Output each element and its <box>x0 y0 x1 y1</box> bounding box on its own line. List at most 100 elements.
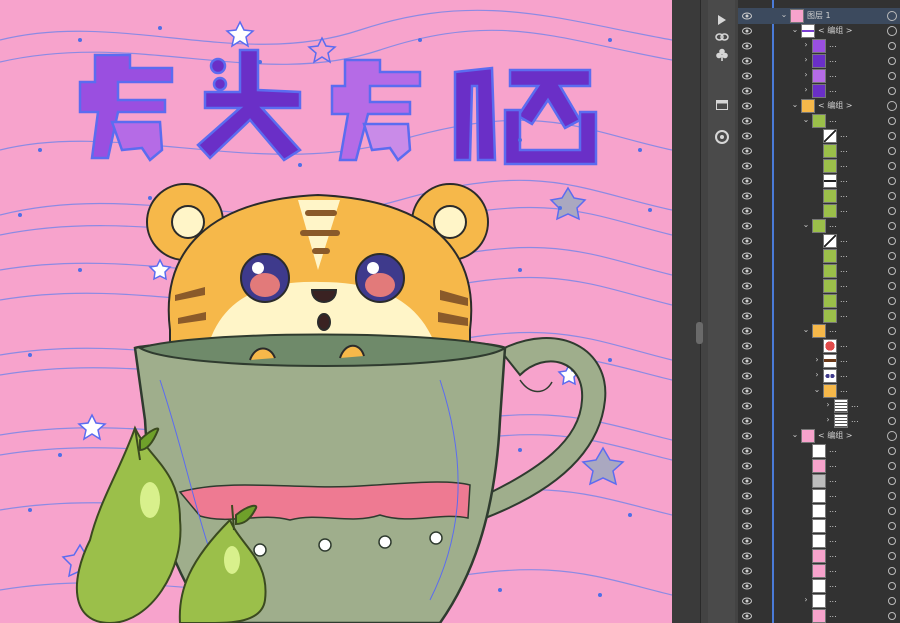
layer-row[interactable]: ⌄... <box>738 113 900 129</box>
visibility-eye-icon[interactable] <box>742 372 752 380</box>
layer-row[interactable]: ... <box>738 548 900 564</box>
target-circle-icon[interactable] <box>888 522 896 530</box>
layer-row[interactable]: ... <box>738 203 900 219</box>
target-circle-icon[interactable] <box>888 537 896 545</box>
club-icon[interactable] <box>710 44 733 66</box>
visibility-eye-icon[interactable] <box>742 222 752 230</box>
chevron-down-icon[interactable]: ⌄ <box>780 10 788 19</box>
target-circle-icon[interactable] <box>887 101 897 111</box>
visibility-eye-icon[interactable] <box>742 552 752 560</box>
layer-row[interactable]: ... <box>738 338 900 354</box>
target-circle-icon[interactable] <box>888 237 896 245</box>
target-circle-icon[interactable] <box>887 11 897 21</box>
visibility-eye-icon[interactable] <box>742 522 752 530</box>
layer-row[interactable]: ... <box>738 488 900 504</box>
target-circle-icon[interactable] <box>888 447 896 455</box>
layer-row[interactable]: ... <box>738 503 900 519</box>
layer-row[interactable]: ... <box>738 518 900 534</box>
title-text[interactable] <box>78 48 598 166</box>
visibility-eye-icon[interactable] <box>742 567 752 575</box>
target-circle-icon[interactable] <box>888 477 896 485</box>
visibility-eye-icon[interactable] <box>742 192 752 200</box>
target-circle-icon[interactable] <box>887 431 897 441</box>
visibility-eye-icon[interactable] <box>742 252 752 260</box>
visibility-eye-icon[interactable] <box>742 162 752 170</box>
layer-row[interactable]: ... <box>738 458 900 474</box>
layer-row[interactable]: ... <box>738 188 900 204</box>
visibility-eye-icon[interactable] <box>742 357 752 365</box>
layer-row[interactable]: ›... <box>738 353 900 369</box>
target-circle-icon[interactable] <box>888 252 896 260</box>
target-circle-icon[interactable] <box>888 87 896 95</box>
panel-resize-grip[interactable] <box>696 322 703 344</box>
layer-row[interactable]: ... <box>738 308 900 324</box>
visibility-eye-icon[interactable] <box>742 237 752 245</box>
layer-row[interactable]: ⌄ 图层 1 <box>738 8 900 24</box>
chevron-down-icon[interactable]: ⌄ <box>802 115 810 124</box>
visibility-eye-icon[interactable] <box>742 267 752 275</box>
color-wheel-icon[interactable] <box>710 126 733 148</box>
visibility-eye-icon[interactable] <box>742 387 752 395</box>
chevron-right-icon[interactable]: › <box>802 55 810 64</box>
target-circle-icon[interactable] <box>888 417 896 425</box>
layer-row[interactable]: ›... <box>738 53 900 69</box>
layer-row[interactable]: ... <box>738 563 900 579</box>
target-circle-icon[interactable] <box>888 297 896 305</box>
chevron-right-icon[interactable]: › <box>802 40 810 49</box>
visibility-eye-icon[interactable] <box>742 72 752 80</box>
visibility-eye-icon[interactable] <box>742 177 752 185</box>
target-circle-icon[interactable] <box>888 402 896 410</box>
target-circle-icon[interactable] <box>888 462 896 470</box>
visibility-eye-icon[interactable] <box>742 12 752 20</box>
target-circle-icon[interactable] <box>888 117 896 125</box>
visibility-eye-icon[interactable] <box>742 612 752 620</box>
target-circle-icon[interactable] <box>888 42 896 50</box>
visibility-eye-icon[interactable] <box>742 477 752 485</box>
layer-row[interactable]: ... <box>738 128 900 144</box>
target-circle-icon[interactable] <box>888 327 896 335</box>
layer-row[interactable]: ›... <box>738 83 900 99</box>
panel-icon[interactable] <box>710 96 733 118</box>
visibility-eye-icon[interactable] <box>742 207 752 215</box>
chevron-down-icon[interactable]: ⌄ <box>791 25 799 34</box>
target-circle-icon[interactable] <box>888 567 896 575</box>
layer-row[interactable]: ... <box>738 248 900 264</box>
chevron-right-icon[interactable]: › <box>813 355 821 364</box>
chevron-right-icon[interactable]: › <box>802 595 810 604</box>
target-circle-icon[interactable] <box>888 132 896 140</box>
visibility-eye-icon[interactable] <box>742 447 752 455</box>
visibility-eye-icon[interactable] <box>742 507 752 515</box>
layer-row[interactable]: ⌄ < 编组 > <box>738 428 900 444</box>
layer-row[interactable]: ⌄ < 编组 > <box>738 23 900 39</box>
chevron-right-icon[interactable]: › <box>813 370 821 379</box>
visibility-eye-icon[interactable] <box>742 312 752 320</box>
layer-row[interactable]: ... <box>738 263 900 279</box>
layer-row[interactable]: ... <box>738 173 900 189</box>
visibility-eye-icon[interactable] <box>742 27 752 35</box>
target-circle-icon[interactable] <box>888 552 896 560</box>
layer-row[interactable]: ›... <box>738 368 900 384</box>
visibility-eye-icon[interactable] <box>742 117 752 125</box>
layer-row[interactable]: ⌄ < 编组 > <box>738 98 900 114</box>
target-circle-icon[interactable] <box>888 57 896 65</box>
layer-row[interactable]: ... <box>738 278 900 294</box>
target-circle-icon[interactable] <box>888 72 896 80</box>
target-circle-icon[interactable] <box>888 222 896 230</box>
target-circle-icon[interactable] <box>888 372 896 380</box>
layer-row[interactable]: ... <box>738 293 900 309</box>
visibility-eye-icon[interactable] <box>742 417 752 425</box>
visibility-eye-icon[interactable] <box>742 537 752 545</box>
target-circle-icon[interactable] <box>888 162 896 170</box>
visibility-eye-icon[interactable] <box>742 492 752 500</box>
visibility-eye-icon[interactable] <box>742 57 752 65</box>
visibility-eye-icon[interactable] <box>742 42 752 50</box>
target-circle-icon[interactable] <box>888 507 896 515</box>
target-circle-icon[interactable] <box>888 387 896 395</box>
visibility-eye-icon[interactable] <box>742 87 752 95</box>
target-circle-icon[interactable] <box>888 192 896 200</box>
chevron-down-icon[interactable]: ⌄ <box>791 430 799 439</box>
layer-row[interactable]: ⌄... <box>738 323 900 339</box>
target-circle-icon[interactable] <box>888 177 896 185</box>
artboard-canvas[interactable] <box>0 0 672 623</box>
visibility-eye-icon[interactable] <box>742 297 752 305</box>
